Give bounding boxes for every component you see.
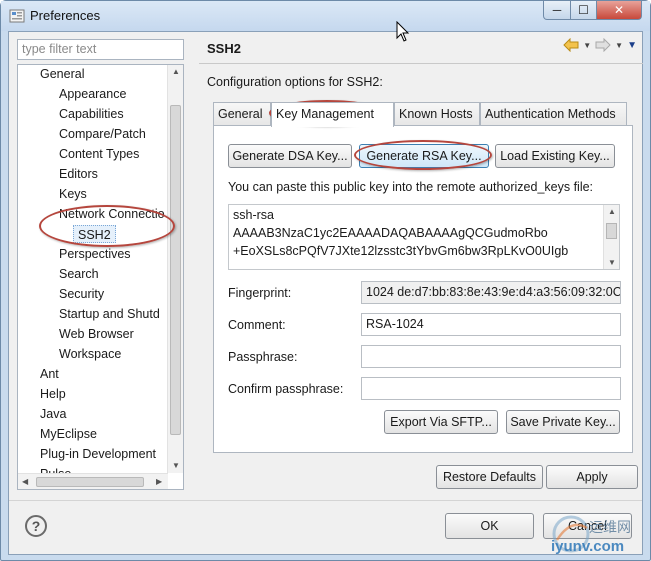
scroll-left-icon[interactable]: ◀ [22,477,28,486]
preferences-window: Preferences ─ ☐ ✕ type filter text Gener… [0,0,651,561]
public-key-textarea[interactable]: ssh-rsa AAAAB3NzaC1yc2EAAAADAQABAAAAgQCG… [228,204,620,270]
public-key-line: AAAAB3NzaC1yc2EAAAADAQABAAAAgQCGudmoRbo [233,226,548,240]
passphrase-field[interactable] [361,345,621,368]
close-button[interactable]: ✕ [597,1,642,20]
tree-item-perspectives[interactable]: Perspectives [59,245,131,263]
header-separator [199,63,643,64]
restore-defaults-button[interactable]: Restore Defaults [436,465,543,489]
tree-vertical-scrollbar[interactable]: ▲ ▼ [167,65,183,473]
comment-label: Comment: [228,318,286,332]
tree-item-workspace[interactable]: Workspace [59,345,121,363]
passphrase-label: Passphrase: [228,350,298,364]
back-arrow-icon[interactable] [563,38,579,52]
public-key-scrollbar[interactable]: ▲ ▼ [603,205,619,269]
help-icon[interactable]: ? [25,515,47,537]
forward-arrow-icon[interactable] [595,38,611,52]
scroll-down-icon[interactable]: ▼ [608,258,616,267]
tree-item-startup-shutdown[interactable]: Startup and Shutd [59,305,160,323]
fingerprint-label: Fingerprint: [228,286,292,300]
confirm-passphrase-field[interactable] [361,377,621,400]
page-title: SSH2 [207,41,241,56]
view-menu-icon[interactable]: ▼ [627,40,637,51]
watermark-url-text: iyunv.com [551,538,625,555]
preferences-tree[interactable]: General Appearance Capabilities Compare/… [17,64,184,490]
load-existing-key-button[interactable]: Load Existing Key... [495,144,615,168]
watermark-logo: 运维网 iyunv.com [549,514,645,558]
tab-general[interactable]: General [213,102,271,126]
filter-input[interactable]: type filter text [17,39,184,60]
save-private-key-button[interactable]: Save Private Key... [506,410,620,434]
tree-item-compare-patch[interactable]: Compare/Patch [59,125,146,143]
tree-item-editors[interactable]: Editors [59,165,98,183]
paste-hint-label: You can paste this public key into the r… [228,180,594,194]
tree-item-appearance[interactable]: Appearance [59,85,126,103]
tab-authentication-methods[interactable]: Authentication Methods [480,102,627,126]
pane-sash[interactable] [190,32,195,502]
tree-item-search[interactable]: Search [59,265,99,283]
generate-rsa-key-button[interactable]: Generate RSA Key... [359,144,489,168]
public-key-line: +EoXSLs8cPQfV7JXte12lzsstc3tYbvGm6bw3RpL… [233,244,569,258]
eclipse-preferences-icon [9,9,25,23]
tree-item-ssh2[interactable]: SSH2 [73,225,116,243]
minimize-icon: ─ [552,3,562,17]
watermark-cn-text: 运维网 [589,519,631,535]
comment-field[interactable]: RSA-1024 [361,313,621,336]
tree-item-general[interactable]: General [40,65,84,83]
tab-key-management[interactable]: Key Management [271,102,394,127]
scroll-right-icon[interactable]: ▶ [156,477,162,486]
maximize-button[interactable]: ☐ [571,1,597,20]
tree-item-content-types[interactable]: Content Types [59,145,139,163]
maximize-icon: ☐ [578,3,589,17]
mouse-cursor-icon [396,21,410,42]
public-key-line: ssh-rsa [233,208,274,222]
tree-item-security[interactable]: Security [59,285,104,303]
fingerprint-field[interactable]: 1024 de:d7:bb:83:8e:43:9e:d4:a3:56:09:32… [361,281,621,304]
scroll-down-icon[interactable]: ▼ [172,461,180,470]
export-via-sftp-button[interactable]: Export Via SFTP... [384,410,498,434]
apply-button[interactable]: Apply [546,465,638,489]
tree-item-ant[interactable]: Ant [40,365,59,383]
close-icon: ✕ [613,3,625,17]
tree-item-java[interactable]: Java [40,405,66,423]
tree-item-plugin-development[interactable]: Plug-in Development [40,445,156,463]
public-key-scroll-thumb[interactable] [606,223,617,239]
tree-item-keys[interactable]: Keys [59,185,87,203]
tree-item-help[interactable]: Help [40,385,66,403]
ok-button[interactable]: OK [445,513,534,539]
page-header: SSH2 ▼ ▼ ▼ [199,32,643,62]
tree-vertical-scroll-thumb[interactable] [170,105,181,435]
title-bar[interactable]: Preferences ─ ☐ ✕ [1,1,650,31]
tree-item-network-connections[interactable]: Network Connectio [59,205,165,223]
confirm-passphrase-label: Confirm passphrase: [228,382,344,396]
tab-known-hosts[interactable]: Known Hosts [394,102,480,126]
tree-item-capabilities[interactable]: Capabilities [59,105,124,123]
scroll-up-icon[interactable]: ▲ [172,67,180,76]
page-description: Configuration options for SSH2: [207,75,383,89]
scroll-up-icon[interactable]: ▲ [608,207,616,216]
tree-item-web-browser[interactable]: Web Browser [59,325,134,343]
tree-horizontal-scroll-thumb[interactable] [36,477,144,487]
tree-horizontal-scrollbar[interactable]: ◀ ▶ [18,473,168,489]
window-title: Preferences [30,8,101,23]
back-dropdown-icon[interactable]: ▼ [583,41,591,50]
minimize-button[interactable]: ─ [543,1,571,20]
dialog-client-area: type filter text General Appearance Capa… [8,31,643,555]
forward-dropdown-icon[interactable]: ▼ [615,41,623,50]
footer-separator [9,500,642,501]
tree-item-myeclipse[interactable]: MyEclipse [40,425,97,443]
generate-dsa-key-button[interactable]: Generate DSA Key... [228,144,352,168]
key-management-panel: Generate DSA Key... Generate RSA Key... … [213,125,633,453]
